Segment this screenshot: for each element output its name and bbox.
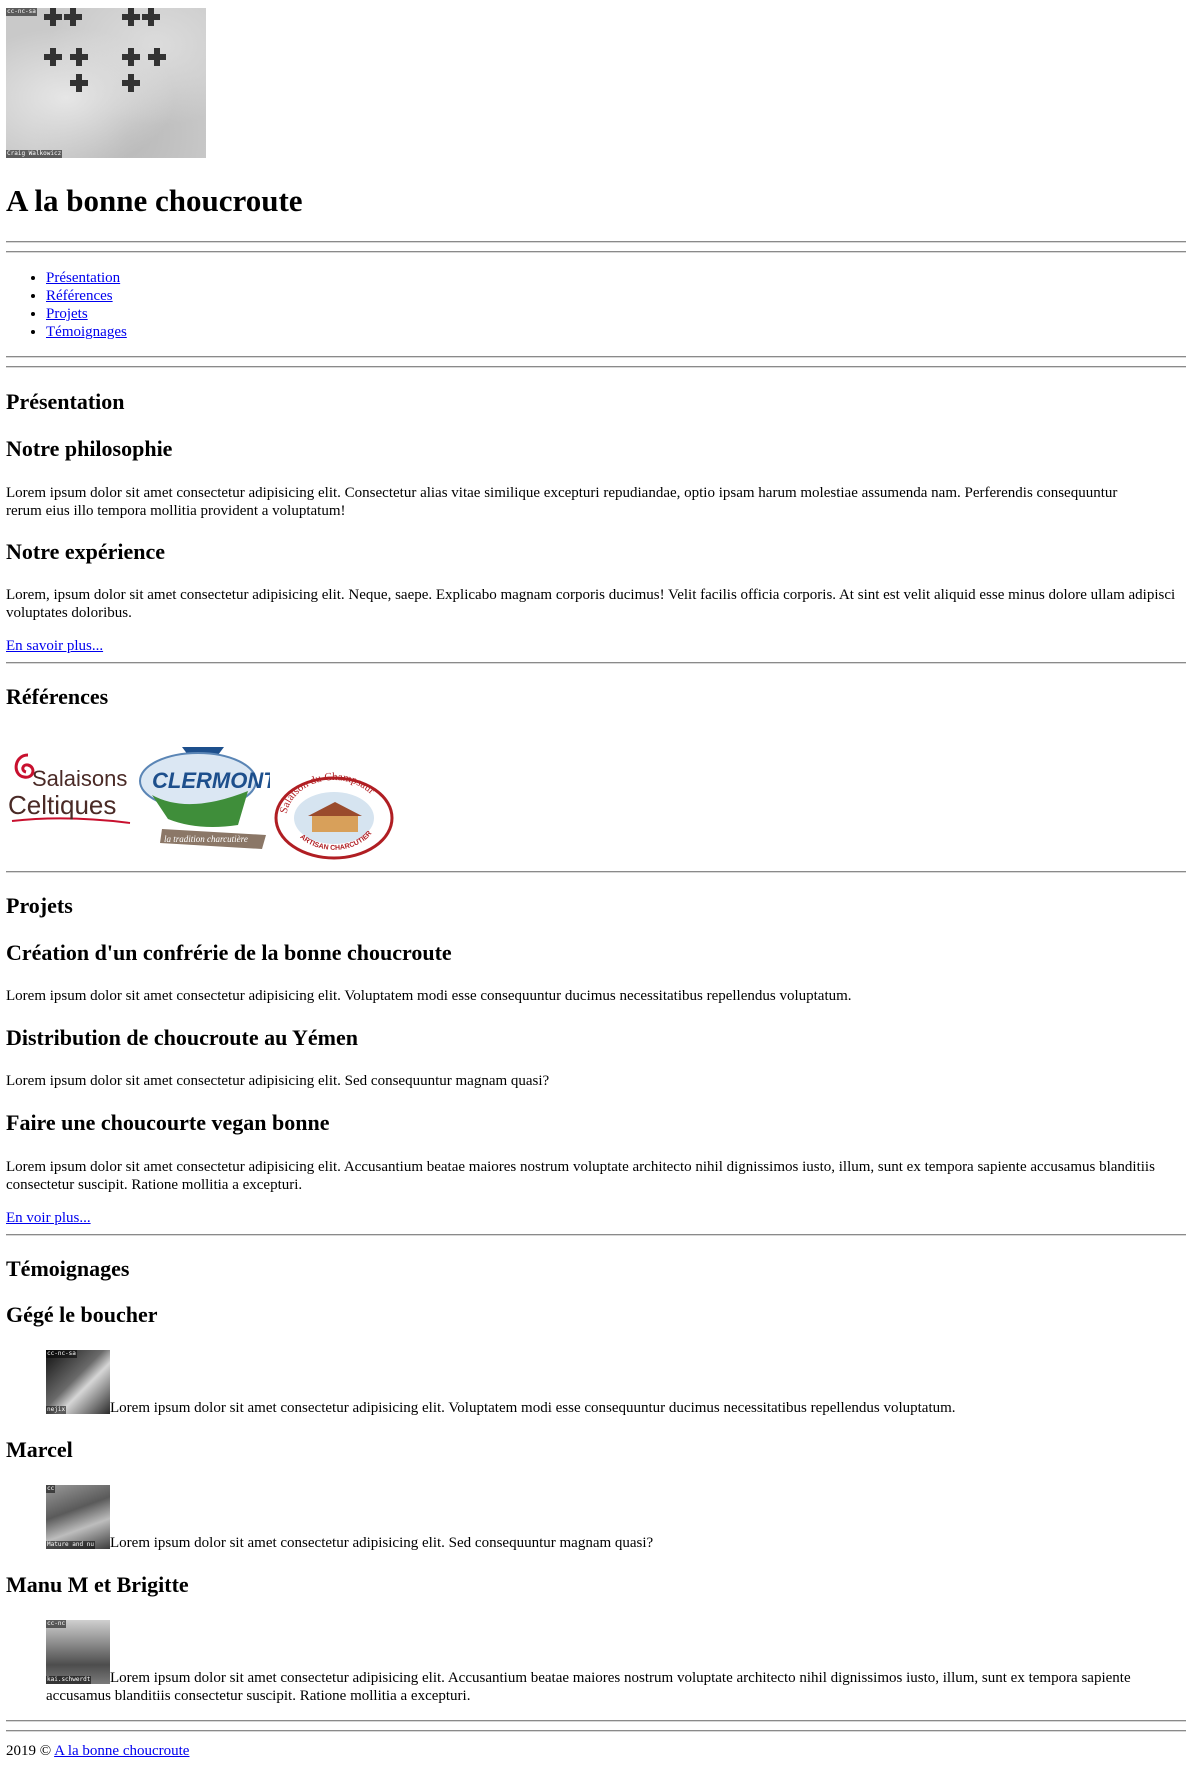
reference-salaison-du-champsaur[interactable]: Salaison du Champsaur ARTISAN CHARCUTIER bbox=[272, 770, 396, 860]
logo-credit-bottom: Craig Walkowicz bbox=[6, 150, 63, 158]
avatar-credit-top: cc-nc-sa bbox=[46, 1350, 77, 1358]
salaisons-line1: Salaisons bbox=[32, 766, 127, 791]
divider bbox=[6, 366, 1186, 368]
divider bbox=[6, 356, 1186, 358]
testimonial-text: Lorem ipsum dolor sit amet consectetur a… bbox=[110, 1535, 654, 1551]
presentation-heading: Présentation bbox=[6, 389, 125, 414]
project-title: Faire une choucourte vegan bonne bbox=[6, 1110, 330, 1135]
avatar: cc-nc-sa nejix bbox=[46, 1350, 110, 1414]
avatar-credit-bottom: Mature and nu bbox=[46, 1541, 95, 1549]
nav-item-projets: Projets bbox=[46, 305, 127, 323]
testimonial-name: Marcel bbox=[6, 1437, 73, 1462]
nav-link-presentation[interactable]: Présentation bbox=[46, 270, 120, 286]
experience-text: Lorem, ipsum dolor sit amet consectetur … bbox=[6, 587, 1176, 621]
testimonials-heading: Témoignages bbox=[6, 1256, 130, 1281]
site-logo: cc-nc-sa Craig Walkowicz bbox=[6, 8, 206, 158]
cross-shape bbox=[70, 48, 88, 66]
divider bbox=[6, 1730, 1186, 1732]
project-title: Création d'un confrérie de la bonne chou… bbox=[6, 940, 452, 965]
testimonial-text: Lorem ipsum dolor sit amet consectetur a… bbox=[46, 1670, 1131, 1704]
cross-shape bbox=[142, 8, 160, 26]
nav-item-presentation: Présentation bbox=[46, 269, 127, 287]
project-text: Lorem ipsum dolor sit amet consectetur a… bbox=[6, 1159, 1155, 1193]
cross-shape bbox=[70, 74, 88, 92]
divider bbox=[6, 871, 1186, 873]
project-text: Lorem ipsum dolor sit amet consectetur a… bbox=[6, 988, 852, 1004]
nav-item-temoignages: Témoignages bbox=[46, 323, 127, 341]
projects-more-link[interactable]: En voir plus... bbox=[6, 1209, 91, 1227]
clermont-line1: CLERMONT bbox=[152, 768, 270, 793]
logo-credit-top: cc-nc-sa bbox=[6, 8, 37, 16]
salaisons-celtiques-logo: Salaisons Celtiques bbox=[8, 753, 131, 824]
reference-clermont[interactable]: CLERMONT la tradition charcutière bbox=[138, 745, 278, 857]
main-nav: Présentation Références Projets Témoigna… bbox=[6, 269, 127, 341]
nav-link-references[interactable]: Références bbox=[46, 288, 113, 304]
cross-shape bbox=[122, 48, 140, 66]
champsaur-logo: Salaison du Champsaur ARTISAN CHARCUTIER bbox=[274, 771, 394, 860]
projects-heading: Projets bbox=[6, 893, 73, 918]
divider bbox=[6, 662, 1186, 664]
nav-link-temoignages[interactable]: Témoignages bbox=[46, 324, 127, 340]
philosophy-heading: Notre philosophie bbox=[6, 436, 173, 461]
cross-shape bbox=[44, 48, 62, 66]
site-title: A la bonne choucroute bbox=[6, 183, 303, 218]
presentation-more-link[interactable]: En savoir plus... bbox=[6, 637, 103, 655]
project-title: Distribution de choucroute au Yémen bbox=[6, 1025, 358, 1050]
clermont-logo: CLERMONT la tradition charcutière bbox=[139, 747, 278, 849]
testimonial-name: Manu M et Brigitte bbox=[6, 1572, 189, 1597]
cross-shape bbox=[44, 8, 62, 26]
footer-home-link[interactable]: A la bonne choucroute bbox=[54, 1743, 189, 1759]
cross-shape bbox=[122, 74, 140, 92]
testimonial-name: Gégé le boucher bbox=[6, 1302, 158, 1327]
nav-link-projets[interactable]: Projets bbox=[46, 306, 88, 322]
avatar-credit-bottom: nejix bbox=[46, 1406, 67, 1414]
experience-heading: Notre expérience bbox=[6, 539, 166, 564]
divider bbox=[6, 1720, 1186, 1722]
clermont-line2: la tradition charcutière bbox=[164, 834, 248, 844]
avatar: cc Mature and nu bbox=[46, 1485, 110, 1549]
philosophy-text: Lorem ipsum dolor sit amet consectetur a… bbox=[6, 485, 1118, 519]
divider bbox=[6, 241, 1186, 243]
nav-item-references: Références bbox=[46, 287, 127, 305]
salaisons-line2: Celtiques bbox=[8, 790, 116, 820]
cross-shape bbox=[122, 8, 140, 26]
footer: 2019 © A la bonne choucroute bbox=[6, 1742, 189, 1760]
references-heading: Références bbox=[6, 684, 109, 709]
footer-copyright: 2019 © bbox=[6, 1743, 52, 1759]
divider bbox=[6, 251, 1186, 253]
testimonial-text: Lorem ipsum dolor sit amet consectetur a… bbox=[110, 1400, 956, 1416]
cross-shape bbox=[64, 8, 82, 26]
cross-shape bbox=[148, 48, 166, 66]
avatar-credit-top: cc bbox=[46, 1485, 56, 1493]
avatar-credit-top: cc-nc bbox=[46, 1620, 67, 1628]
divider bbox=[6, 1234, 1186, 1236]
reference-salaisons-celtiques[interactable]: Salaisons Celtiques bbox=[6, 745, 134, 855]
project-text: Lorem ipsum dolor sit amet consectetur a… bbox=[6, 1073, 550, 1089]
